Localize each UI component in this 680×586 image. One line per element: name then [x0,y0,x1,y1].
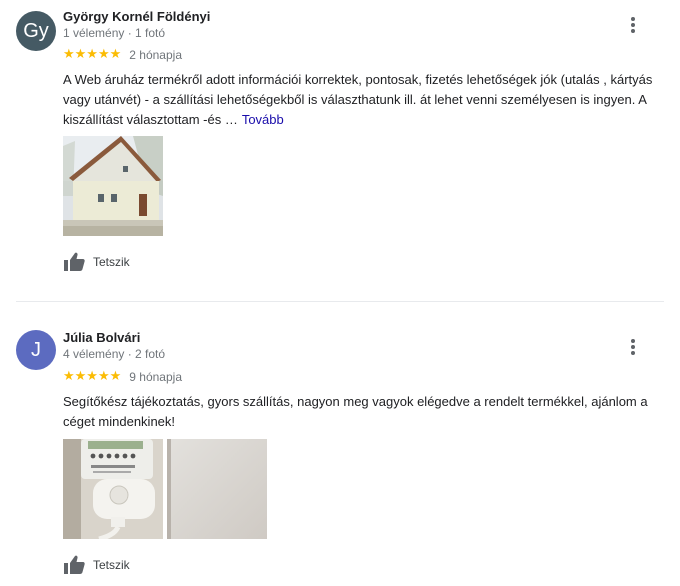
star-rating: ★★★★★ [63,369,122,384]
thermostat-photo [63,439,163,539]
review-text: Segítőkész tájékoztatás, gyors szállítás… [63,394,648,429]
review-date: 2 hónapja [129,48,182,62]
rating-row: ★★★★★ 9 hónapja [63,369,182,385]
like-button[interactable]: Tetszik [63,252,130,272]
review-photo[interactable] [63,136,163,236]
like-button[interactable]: Tetszik [63,555,130,575]
review-text: A Web áruház termékről adott információi… [63,72,653,127]
reviewer-meta: 1 vélemény · 1 fotó [63,26,166,40]
review-text-block: Segítőkész tájékoztatás, gyors szállítás… [63,392,663,432]
thumbs-up-icon [64,555,85,574]
more-options-icon[interactable] [626,337,640,357]
star-rating: ★★★★★ [63,47,122,62]
blurred-photo [167,439,267,539]
review-divider [16,301,664,302]
reviewer-meta: 4 vélemény · 2 fotó [63,347,166,361]
house-photo [63,136,163,236]
thumbs-up-icon [64,252,85,271]
review-photo[interactable] [167,439,267,539]
rating-row: ★★★★★ 2 hónapja [63,47,182,63]
review-photo[interactable] [63,439,163,539]
avatar[interactable]: Gy [16,11,56,51]
review-text-block: A Web áruház termékről adott információi… [63,70,663,130]
more-options-icon[interactable] [626,15,640,35]
reviewer-name[interactable]: György Kornél Földényi [63,9,210,24]
reviewer-name[interactable]: Júlia Bolvári [63,330,140,345]
read-more-link[interactable]: Tovább [242,112,284,127]
like-label: Tetszik [93,558,130,572]
avatar-initials: Gy [23,19,49,42]
avatar[interactable]: J [16,330,56,370]
avatar-initials: J [31,338,41,361]
review-date: 9 hónapja [129,370,182,384]
like-label: Tetszik [93,255,130,269]
